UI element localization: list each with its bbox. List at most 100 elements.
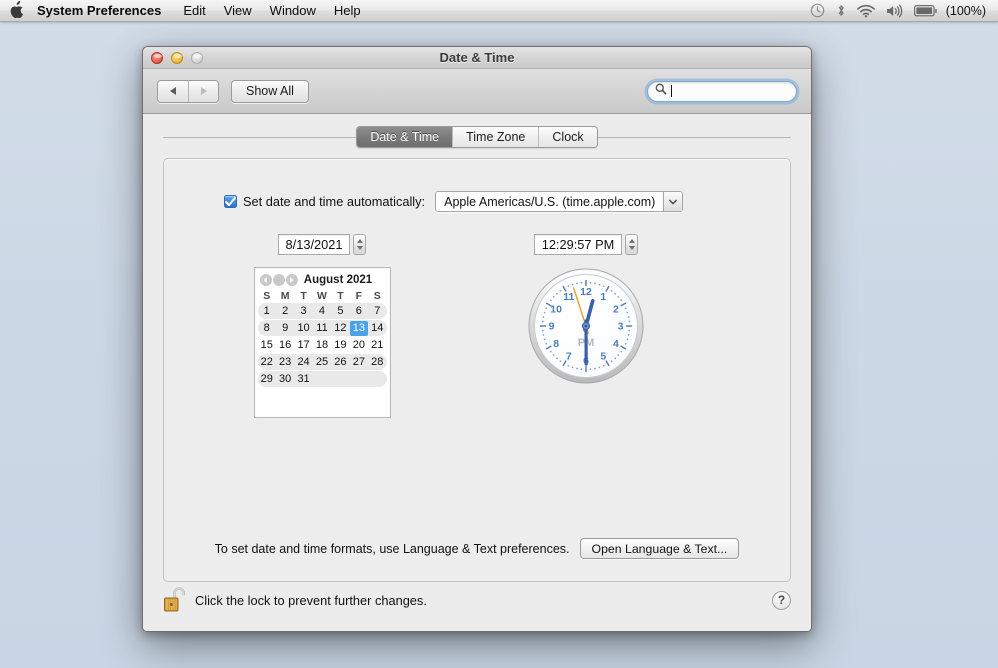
calendar-week-row: 8 9 10 11 12 13 14 <box>257 320 387 336</box>
calendar-widget: August 2021 S M T W T F S 1 2 3 4 5 6 7 … <box>253 267 391 418</box>
clock-numeral: 2 <box>613 303 619 315</box>
lock-hint-text: Click the lock to prevent further change… <box>195 592 427 608</box>
tab-date-and-time[interactable]: Date & Time <box>357 127 453 147</box>
date-stepper[interactable] <box>353 234 367 255</box>
clock-numeral: 10 <box>550 303 562 315</box>
formats-note-text: To set date and time formats, use Langua… <box>214 541 570 556</box>
calendar-day[interactable]: 2 <box>276 304 294 319</box>
calendar-day[interactable]: 7 <box>368 304 386 319</box>
calendar-dow-tue: T <box>300 290 307 302</box>
calendar-day[interactable]: 4 <box>313 304 331 319</box>
time-server-combobox[interactable]: Apple Americas/U.S. (time.apple.com) <box>435 191 684 212</box>
volume-icon[interactable] <box>886 4 903 18</box>
unlocked-padlock-icon[interactable] <box>163 585 189 615</box>
clock-numeral: 12 <box>580 286 592 298</box>
apple-logo-icon[interactable] <box>10 0 25 19</box>
clock-numeral: 3 <box>618 321 624 333</box>
calendar-day[interactable]: 29 <box>258 372 276 387</box>
calendar-dow-thu: T <box>337 290 344 302</box>
time-machine-icon[interactable] <box>810 3 825 18</box>
calendar-day[interactable]: 12 <box>331 321 349 336</box>
formats-note-row: To set date and time formats, use Langua… <box>164 538 790 559</box>
calendar-day[interactable]: 22 <box>258 355 276 370</box>
calendar-day[interactable]: 15 <box>258 338 276 353</box>
tab-clock[interactable]: Clock <box>538 127 597 147</box>
calendar-day-selected[interactable]: 13 <box>349 320 369 336</box>
bluetooth-icon[interactable] <box>836 3 846 18</box>
battery-icon[interactable] <box>913 4 938 17</box>
calendar-day[interactable]: 24 <box>294 355 312 370</box>
window-title: Date & Time <box>439 50 515 65</box>
set-automatically-checkbox[interactable] <box>224 195 237 208</box>
calendar-day[interactable]: 3 <box>294 304 312 319</box>
calendar-day[interactable]: 27 <box>350 355 368 370</box>
calendar-next-month-button[interactable] <box>285 274 298 286</box>
menu-item-system-preferences[interactable]: System Preferences <box>37 1 174 21</box>
zoom-button[interactable] <box>191 51 203 64</box>
date-column: 8/13/2021 August 2021 S M T W T F S 1 2 … <box>216 234 428 418</box>
calendar-day[interactable]: 9 <box>276 321 294 336</box>
time-server-value: Apple Americas/U.S. (time.apple.com) <box>436 192 664 211</box>
search-icon <box>655 82 667 100</box>
show-all-button[interactable]: Show All <box>231 79 309 103</box>
calendar-day[interactable]: 18 <box>313 338 331 353</box>
calendar-day[interactable]: 25 <box>313 355 331 370</box>
calendar-header: August 2021 <box>258 272 387 288</box>
calendar-dow-fri: F <box>355 290 363 302</box>
preference-pane-content: Date & Time Time Zone Clock Set date and… <box>143 114 811 631</box>
calendar-today-button[interactable] <box>272 274 285 286</box>
chevron-down-icon[interactable] <box>663 192 683 211</box>
clock-numeral: 1 <box>600 291 606 303</box>
calendar-day[interactable]: 6 <box>350 304 368 319</box>
calendar-day[interactable]: 16 <box>276 338 294 353</box>
forward-button <box>188 80 218 102</box>
calendar-day[interactable]: 8 <box>258 321 276 336</box>
calendar-week-row: 29 30 31 <box>257 371 387 387</box>
system-preferences-window: Date & Time Show All Date & Time Time Zo… <box>142 46 812 632</box>
calendar-day[interactable]: 31 <box>294 372 312 387</box>
calendar-day[interactable]: 19 <box>331 338 349 353</box>
calendar-day[interactable]: 28 <box>368 355 386 370</box>
open-language-and-text-button[interactable]: Open Language & Text... <box>579 538 740 559</box>
calendar-month-title: August 2021 <box>303 274 373 286</box>
calendar-day[interactable]: 20 <box>350 338 368 353</box>
menu-item-help[interactable]: Help <box>325 1 370 21</box>
time-stepper-group: 12:29:57 PM <box>533 234 639 255</box>
calendar-day-headers: S M T W T F S <box>258 290 387 302</box>
clock-numeral: 11 <box>563 291 574 303</box>
set-automatically-label: Set date and time automatically: <box>243 194 426 209</box>
calendar-day[interactable]: 21 <box>368 338 386 353</box>
tab-time-zone[interactable]: Time Zone <box>452 127 539 147</box>
analog-clock: 121234567891011 PM <box>527 267 645 385</box>
calendar-day[interactable]: 23 <box>276 355 294 370</box>
search-field[interactable] <box>647 80 797 102</box>
window-titlebar[interactable]: Date & Time <box>143 47 811 69</box>
calendar-nav-group <box>259 274 298 286</box>
calendar-prev-month-button[interactable] <box>259 274 272 286</box>
wifi-icon[interactable] <box>856 4 875 18</box>
calendar-day[interactable]: 17 <box>294 338 312 353</box>
date-input[interactable]: 8/13/2021 <box>277 234 351 255</box>
window-bottom-bar: Click the lock to prevent further change… <box>143 569 811 631</box>
menu-item-edit[interactable]: Edit <box>174 1 214 21</box>
calendar-day[interactable]: 30 <box>276 372 294 387</box>
time-stepper[interactable] <box>625 234 639 255</box>
date-time-fields-row: 8/13/2021 August 2021 S M T W T F S 1 2 … <box>164 212 790 418</box>
close-button[interactable] <box>151 51 163 64</box>
calendar-day[interactable]: 11 <box>313 321 331 336</box>
tab-group: Date & Time Time Zone Clock <box>356 126 598 148</box>
calendar-day[interactable]: 14 <box>368 321 386 336</box>
menu-item-view[interactable]: View <box>215 1 261 21</box>
minimize-button[interactable] <box>171 51 183 64</box>
calendar-day[interactable]: 1 <box>258 304 276 319</box>
date-time-panel: Set date and time automatically: Apple A… <box>163 158 791 582</box>
clock-numeral: 5 <box>600 351 606 363</box>
calendar-day[interactable]: 10 <box>294 321 312 336</box>
back-button[interactable] <box>158 80 188 102</box>
calendar-day[interactable]: 26 <box>331 355 349 370</box>
time-input[interactable]: 12:29:57 PM <box>533 234 623 255</box>
calendar-dow-sun: S <box>263 290 271 302</box>
menu-item-window[interactable]: Window <box>261 1 325 21</box>
help-button[interactable]: ? <box>772 590 791 610</box>
calendar-day[interactable]: 5 <box>331 304 349 319</box>
